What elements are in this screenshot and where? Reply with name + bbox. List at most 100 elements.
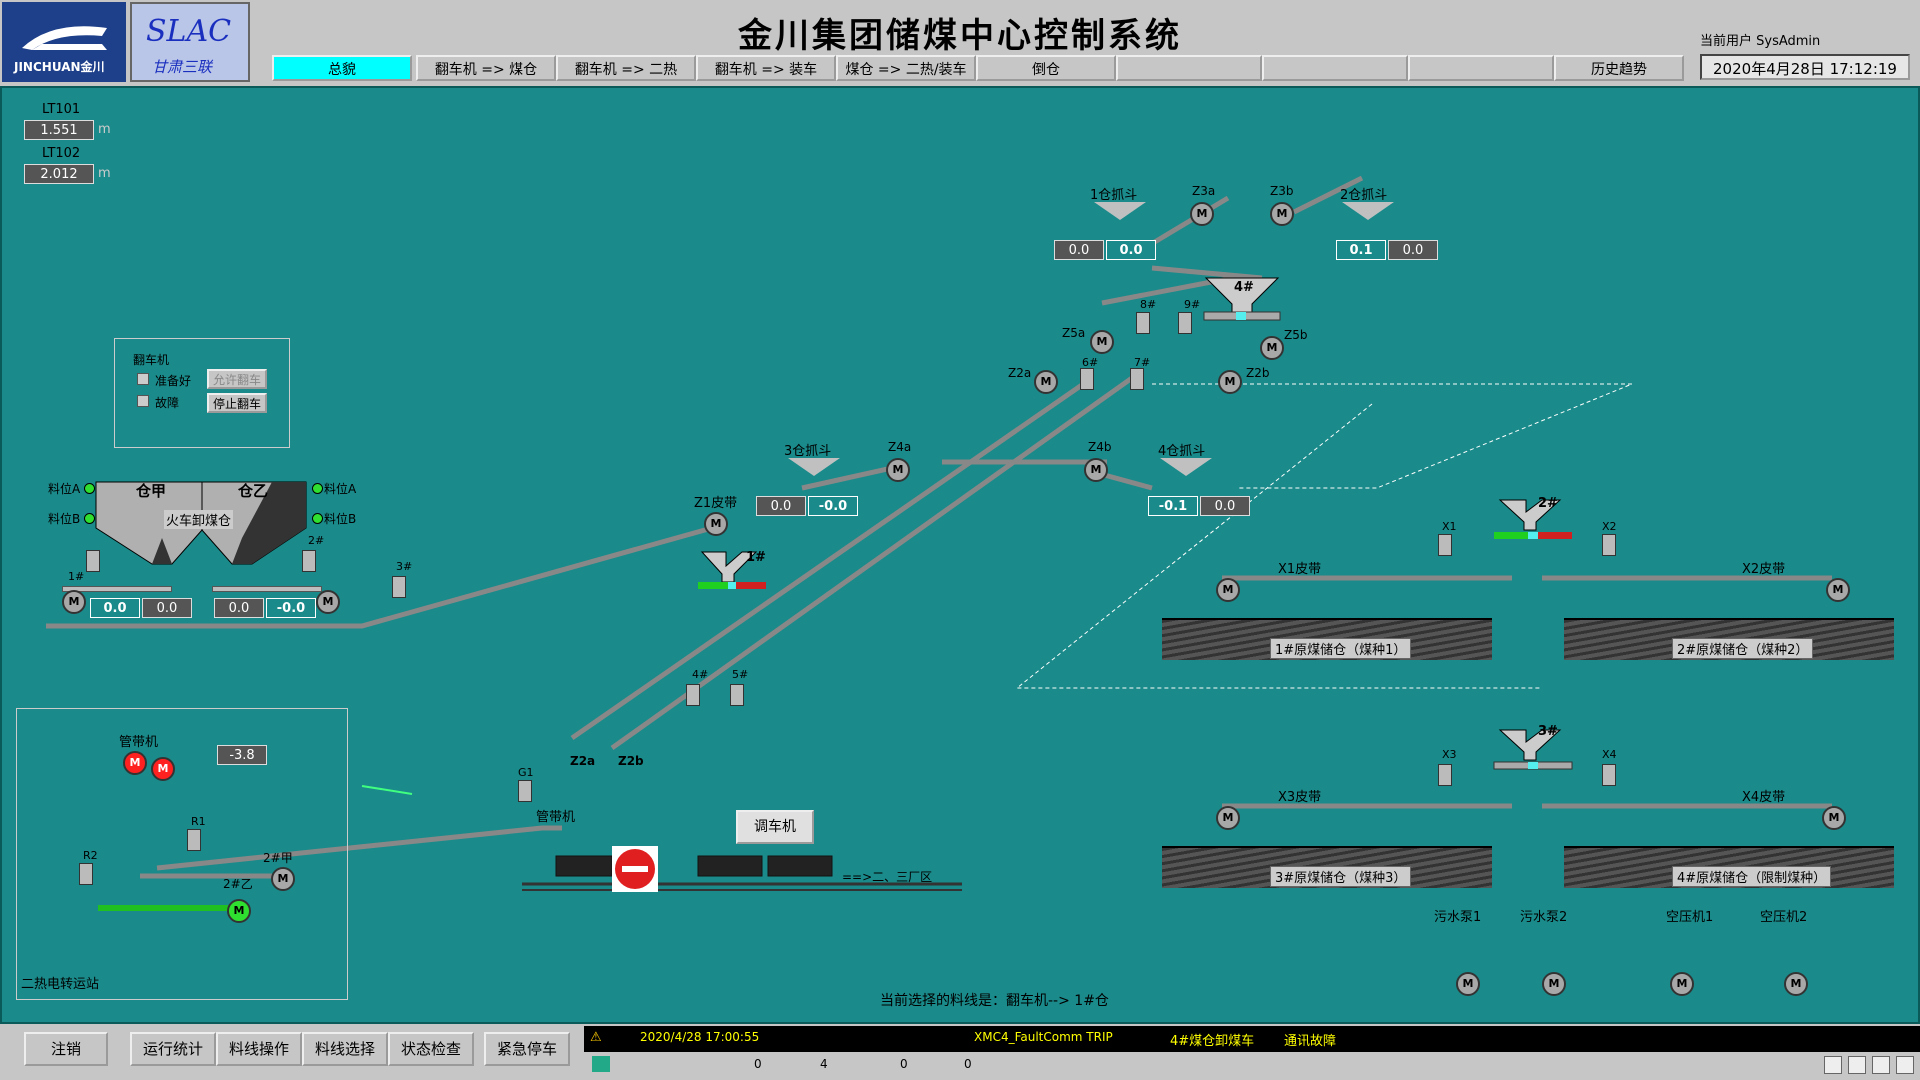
grab-1-value-1: 0.0 bbox=[1054, 240, 1104, 260]
distributor-1-label: 1# bbox=[746, 550, 766, 565]
pipe-value: -3.8 bbox=[217, 745, 267, 765]
z1-motor[interactable]: M bbox=[704, 512, 728, 536]
logo-text: JINCHUAN金川 bbox=[14, 60, 105, 74]
alarm-status: 通讯故障 bbox=[1284, 1034, 1337, 1049]
z4a-label: Z4a bbox=[888, 440, 912, 454]
tab-empty-2[interactable] bbox=[1262, 55, 1408, 81]
tab-dumper-to-bin[interactable]: 翻车机 => 煤仓 bbox=[416, 55, 556, 81]
feeder-5-label: 5# bbox=[732, 668, 749, 681]
z2a-motor[interactable]: M bbox=[1034, 370, 1058, 394]
status-check-button[interactable]: 状态检查 bbox=[388, 1032, 474, 1066]
grab-2-label: 2仓抓斗 bbox=[1340, 188, 1388, 203]
z3a-label: Z3a bbox=[1192, 184, 1216, 198]
slac-title: SLAC bbox=[146, 14, 232, 49]
z5b-motor[interactable]: M bbox=[1260, 336, 1284, 360]
emergency-stop-button[interactable]: 紧急停车 bbox=[484, 1032, 570, 1066]
feeder-4-icon bbox=[686, 684, 700, 706]
belt-2b-motor[interactable]: M bbox=[227, 899, 251, 923]
x4-motor[interactable]: M bbox=[1822, 806, 1846, 830]
z3b-label: Z3b bbox=[1270, 184, 1294, 198]
pipe-motor-1[interactable]: M bbox=[123, 751, 147, 775]
belt-2a-motor[interactable]: M bbox=[271, 867, 295, 891]
pump-2-motor[interactable]: M bbox=[1542, 972, 1566, 996]
logout-button[interactable]: 注销 bbox=[24, 1032, 108, 1066]
grab-2-value-1: 0.1 bbox=[1336, 240, 1386, 260]
z4a-motor[interactable]: M bbox=[886, 458, 910, 482]
feeder-5-icon bbox=[730, 684, 744, 706]
x2-sensor-icon bbox=[1602, 534, 1616, 556]
z2b-motor[interactable]: M bbox=[1218, 370, 1242, 394]
grab-4-value-2: 0.0 bbox=[1200, 496, 1250, 516]
x1-sensor-label: X1 bbox=[1442, 520, 1457, 533]
x3-belt-label: X3皮带 bbox=[1278, 790, 1322, 805]
grab-4-value-1: -0.1 bbox=[1148, 496, 1198, 516]
alarm-tag: XMC4_FaultComm TRIP bbox=[974, 1030, 1113, 1044]
compressor-2-motor[interactable]: M bbox=[1784, 972, 1808, 996]
rail-destination: ==>二、三厂区 bbox=[842, 870, 933, 884]
z5a-motor[interactable]: M bbox=[1090, 330, 1114, 354]
x4-belt-label: X4皮带 bbox=[1742, 790, 1786, 805]
distributor-3-label: 3# bbox=[1538, 724, 1558, 739]
z2a-label: Z2a bbox=[1008, 366, 1032, 380]
tab-empty-3[interactable] bbox=[1408, 55, 1554, 81]
refresh-icon[interactable] bbox=[1896, 1056, 1914, 1074]
feeder-9-label: 9# bbox=[1184, 298, 1201, 311]
pump-1-motor[interactable]: M bbox=[1456, 972, 1480, 996]
tab-history-trend[interactable]: 历史趋势 bbox=[1554, 55, 1684, 81]
pump-2-label: 污水泵2 bbox=[1520, 910, 1568, 925]
r2-sensor-icon bbox=[79, 863, 93, 885]
z5b-label: Z5b bbox=[1284, 328, 1308, 342]
grab-3-hopper bbox=[788, 458, 840, 476]
x4-sensor-label: X4 bbox=[1602, 748, 1617, 761]
alarm-count-4: 0 bbox=[964, 1057, 972, 1071]
grab-1-hopper bbox=[1094, 202, 1146, 220]
compressor-1-label: 空压机1 bbox=[1666, 910, 1714, 925]
x2-sensor-label: X2 bbox=[1602, 520, 1617, 533]
r1-label: R1 bbox=[191, 815, 206, 828]
alarm-bar: ⚠ 2020/4/28 17:00:55 XMC4_FaultComm TRIP… bbox=[584, 1026, 1920, 1078]
print-icon[interactable] bbox=[1872, 1056, 1890, 1074]
feeder-7-icon bbox=[1130, 368, 1144, 390]
alarm-list-icon[interactable] bbox=[1848, 1056, 1866, 1074]
tab-empty-1[interactable] bbox=[1116, 55, 1262, 81]
warning-icon: ⚠ bbox=[590, 1030, 602, 1045]
train-logo-icon bbox=[22, 26, 107, 50]
tab-dumper-to-plant2[interactable]: 翻车机 => 二热 bbox=[556, 55, 696, 81]
z4b-motor[interactable]: M bbox=[1084, 458, 1108, 482]
tab-bin-to-plant2[interactable]: 煤仓 => 二热/装车 bbox=[836, 55, 976, 81]
z3b-motor[interactable]: M bbox=[1270, 202, 1294, 226]
run-statistics-button[interactable]: 运行统计 bbox=[130, 1032, 216, 1066]
belt-2a-label: 2#甲 bbox=[263, 851, 293, 865]
pipe-motor-2[interactable]: M bbox=[151, 757, 175, 781]
x1-belt-label: X1皮带 bbox=[1278, 562, 1322, 577]
acknowledge-icon[interactable] bbox=[1824, 1056, 1842, 1074]
train-cars-graphic bbox=[555, 855, 833, 877]
line-operation-button[interactable]: 料线操作 bbox=[216, 1032, 302, 1066]
storage-4-label: 4#原煤储仓（限制煤种） bbox=[1672, 866, 1832, 887]
grab-1-value-2: 0.0 bbox=[1106, 240, 1156, 260]
z2a-bottom-label: Z2a bbox=[570, 754, 596, 768]
r1-sensor-icon bbox=[187, 829, 201, 851]
g1-label: G1 bbox=[518, 766, 534, 779]
process-overview: LT101 1.551 m LT102 2.012 m 翻车机 准备好 故障 允… bbox=[0, 86, 1920, 1024]
z1-belt-label: Z1皮带 bbox=[694, 496, 738, 511]
grab-2-hopper bbox=[1342, 202, 1394, 220]
x1-motor[interactable]: M bbox=[1216, 578, 1240, 602]
x2-motor[interactable]: M bbox=[1826, 578, 1850, 602]
x2-belt-label: X2皮带 bbox=[1742, 562, 1786, 577]
slac-subtitle: 甘肃三联 bbox=[152, 58, 213, 76]
stop-sign-icon bbox=[612, 846, 658, 892]
shunter-button[interactable]: 调车机 bbox=[736, 810, 814, 844]
datetime-display: 2020年4月28日 17:12:19 bbox=[1700, 54, 1910, 80]
z3a-motor[interactable]: M bbox=[1190, 202, 1214, 226]
tab-overview[interactable]: 总貌 bbox=[272, 55, 412, 81]
x3-motor[interactable]: M bbox=[1216, 806, 1240, 830]
tab-transfer-bin[interactable]: 倒仓 bbox=[976, 55, 1116, 81]
line-select-button[interactable]: 料线选择 bbox=[302, 1032, 388, 1066]
tab-dumper-to-loading[interactable]: 翻车机 => 装车 bbox=[696, 55, 836, 81]
compressor-1-motor[interactable]: M bbox=[1670, 972, 1694, 996]
x1-sensor-icon bbox=[1438, 534, 1452, 556]
x3-sensor-label: X3 bbox=[1442, 748, 1457, 761]
feeder-8-icon bbox=[1136, 312, 1150, 334]
grab-1-label: 1仓抓斗 bbox=[1090, 188, 1138, 203]
